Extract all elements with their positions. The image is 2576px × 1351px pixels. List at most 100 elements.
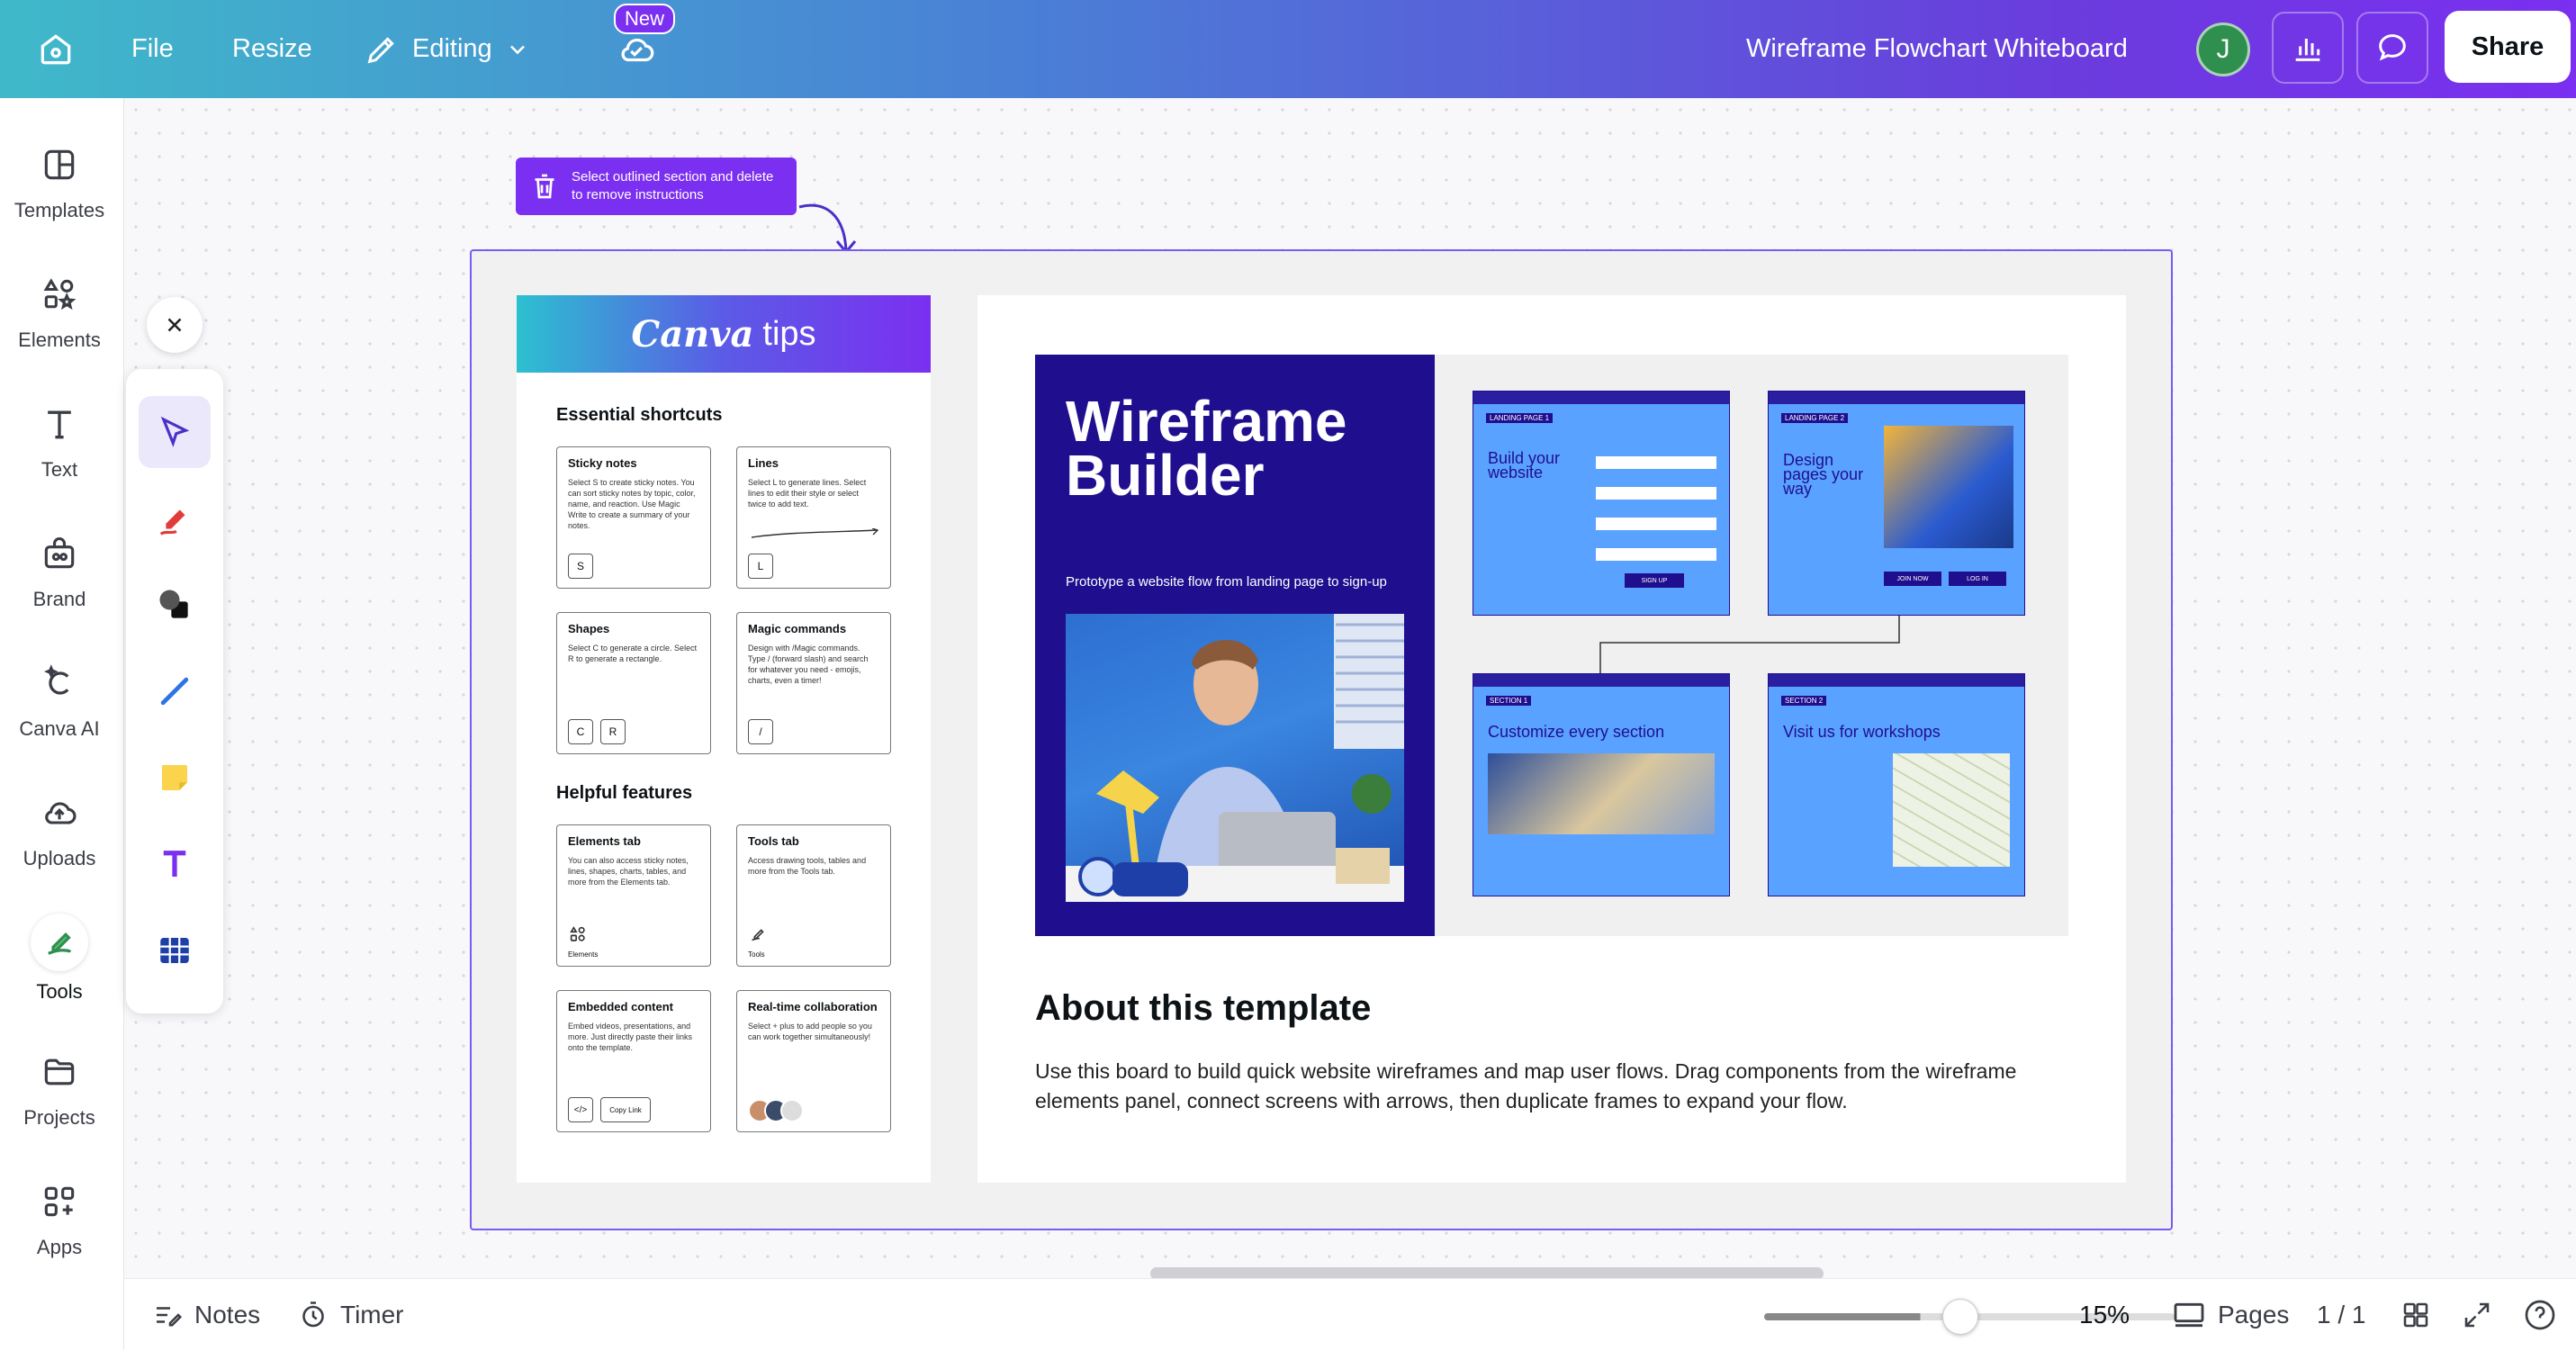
sidebar-item-apps[interactable]: Apps bbox=[0, 1164, 119, 1272]
sidebar-item-elements[interactable]: Elements bbox=[0, 257, 119, 365]
tips-header: Canva tips bbox=[517, 295, 931, 373]
sidebar-item-tools[interactable]: Tools bbox=[0, 905, 119, 1013]
table-icon bbox=[160, 938, 189, 963]
sticky-note-tool[interactable] bbox=[139, 742, 211, 814]
home-icon bbox=[41, 33, 71, 64]
card-desc: Select C to generate a circle. Select R … bbox=[568, 644, 698, 663]
card-title: Real-time collaboration bbox=[748, 1000, 878, 1013]
instruction-tag[interactable]: Select outlined section and delete to re… bbox=[516, 158, 797, 215]
draw-tool[interactable] bbox=[139, 482, 211, 554]
avatar[interactable]: J bbox=[2196, 23, 2250, 77]
zoom-slider-knob[interactable] bbox=[1941, 1299, 1978, 1335]
comments-button[interactable] bbox=[2356, 12, 2428, 84]
sidebar-item-label: Apps bbox=[36, 1236, 83, 1258]
screen-image bbox=[1488, 753, 1715, 834]
select-tool[interactable] bbox=[139, 396, 211, 468]
elements-icon bbox=[570, 926, 585, 941]
tools-panel bbox=[126, 369, 223, 1013]
apps-icon bbox=[44, 1186, 75, 1217]
close-icon bbox=[167, 318, 182, 332]
card-desc: You can also access sticky notes, lines,… bbox=[568, 856, 689, 887]
essential-shortcuts-heading: Essential shortcuts bbox=[556, 405, 723, 425]
avatar bbox=[780, 1099, 804, 1122]
pencil-icon bbox=[367, 36, 394, 63]
cover-title: Wireframe Builder bbox=[1066, 392, 1347, 508]
screen-label: LANDING PAGE 2 bbox=[1781, 413, 1849, 423]
grid-view-button[interactable] bbox=[2400, 1279, 2432, 1351]
pages-button[interactable]: Pages bbox=[2171, 1279, 2289, 1351]
card-title: Magic commands bbox=[748, 622, 847, 635]
zoom-level[interactable]: 15% bbox=[2079, 1279, 2130, 1351]
tip-card-shapes: Shapes Select C to generate a circle. Se… bbox=[556, 612, 711, 754]
insights-button[interactable] bbox=[2272, 12, 2344, 84]
page-counter[interactable]: 1 / 1 bbox=[2317, 1279, 2365, 1351]
table-tool[interactable] bbox=[139, 914, 211, 986]
card-desc: Embed videos, presentations, and more. J… bbox=[568, 1022, 693, 1052]
sticky-note-icon bbox=[162, 765, 187, 790]
instruction-text: Select outlined section and delete to re… bbox=[572, 169, 774, 203]
sidebar-item-canva-ai[interactable]: Canva AI bbox=[0, 645, 119, 753]
tip-card-sticky-notes: Sticky notes Select S to create sticky n… bbox=[556, 446, 711, 589]
screen-heading: Design pages your way bbox=[1783, 451, 1864, 498]
pages-label: Pages bbox=[2218, 1301, 2290, 1328]
sidebar-item-label: Elements bbox=[18, 329, 101, 351]
shapes-icon bbox=[159, 590, 188, 618]
sidebar-item-label: Uploads bbox=[23, 847, 96, 869]
card-title: Elements tab bbox=[568, 834, 641, 848]
canva-ai-icon bbox=[43, 664, 69, 695]
card-desc: Select + plus to add people so you can w… bbox=[748, 1022, 872, 1041]
about-title: About this template bbox=[1035, 988, 1372, 1028]
form-field bbox=[1596, 487, 1716, 500]
home-button[interactable] bbox=[36, 0, 76, 98]
card-desc: Design with /Magic commands. Type / (for… bbox=[748, 644, 869, 685]
template-preview[interactable]: Wireframe Builder Prototype a website fl… bbox=[1035, 355, 2068, 936]
line-tool[interactable] bbox=[139, 655, 211, 727]
elements-icon bbox=[43, 278, 77, 311]
sidebar-item-brand[interactable]: Brand bbox=[0, 516, 119, 624]
sidebar-item-label: Tools bbox=[36, 980, 83, 1003]
file-menu[interactable]: File bbox=[131, 0, 174, 98]
sidebar-item-label: Brand bbox=[32, 588, 86, 610]
shortcut-key: S bbox=[568, 554, 593, 579]
fullscreen-button[interactable] bbox=[2461, 1279, 2493, 1351]
tips-title: tips bbox=[762, 314, 816, 353]
cover-title-line: Builder bbox=[1066, 443, 1265, 508]
shortcut-key: / bbox=[748, 719, 773, 744]
share-button[interactable]: Share bbox=[2445, 11, 2571, 83]
left-sidebar: Templates Elements Text Brand Canva AI U… bbox=[0, 98, 124, 1350]
top-bar: File Resize Editing New Wireframe Flowch… bbox=[0, 0, 2576, 98]
editing-mode-menu[interactable]: Editing bbox=[364, 0, 530, 98]
cover-photo bbox=[1066, 614, 1404, 902]
text-t-icon bbox=[163, 851, 186, 877]
document-title[interactable]: Wireframe Flowchart Whiteboard bbox=[1746, 0, 2128, 98]
screen-heading: Build your website bbox=[1488, 449, 1561, 482]
shortcut-key: C bbox=[568, 719, 593, 744]
resize-menu[interactable]: Resize bbox=[232, 0, 312, 98]
sidebar-item-label: Text bbox=[41, 458, 78, 481]
tip-card-magic-commands: Magic commands Design with /Magic comman… bbox=[736, 612, 891, 754]
tools-icon bbox=[752, 929, 764, 941]
bottom-bar: Notes Timer 15% Pages 1 / 1 bbox=[124, 1278, 2576, 1350]
timer-button[interactable]: Timer bbox=[297, 1279, 404, 1351]
shapes-tool[interactable] bbox=[139, 569, 211, 641]
sidebar-item-projects[interactable]: Projects bbox=[0, 1034, 119, 1142]
close-tools-button[interactable] bbox=[147, 297, 203, 353]
timer-label: Timer bbox=[340, 1301, 404, 1328]
tools-icon bbox=[48, 932, 72, 955]
card-title: Embedded content bbox=[568, 1000, 674, 1013]
screen-label: SECTION 2 bbox=[1781, 696, 1827, 706]
sidebar-item-label: Templates bbox=[14, 199, 105, 221]
folder-icon bbox=[44, 1058, 75, 1085]
screen-titlebar bbox=[1769, 392, 2024, 404]
sidebar-item-uploads[interactable]: Uploads bbox=[0, 775, 119, 883]
tip-card-embedded-content: Embedded content Embed videos, presentat… bbox=[556, 990, 711, 1132]
text-tool[interactable] bbox=[139, 828, 211, 900]
sidebar-item-text[interactable]: Text bbox=[0, 386, 119, 494]
wireframe-screen-section-1[interactable]: SECTION 1 Customize every section bbox=[1473, 673, 1730, 896]
wireframe-screen-section-2[interactable]: SECTION 2 Visit us for workshops bbox=[1768, 673, 2025, 896]
form-field bbox=[1596, 456, 1716, 469]
sidebar-item-templates[interactable]: Templates bbox=[0, 127, 119, 235]
help-button[interactable] bbox=[2522, 1279, 2558, 1351]
help-icon bbox=[2525, 1300, 2555, 1330]
notes-button[interactable]: Notes bbox=[151, 1279, 260, 1351]
